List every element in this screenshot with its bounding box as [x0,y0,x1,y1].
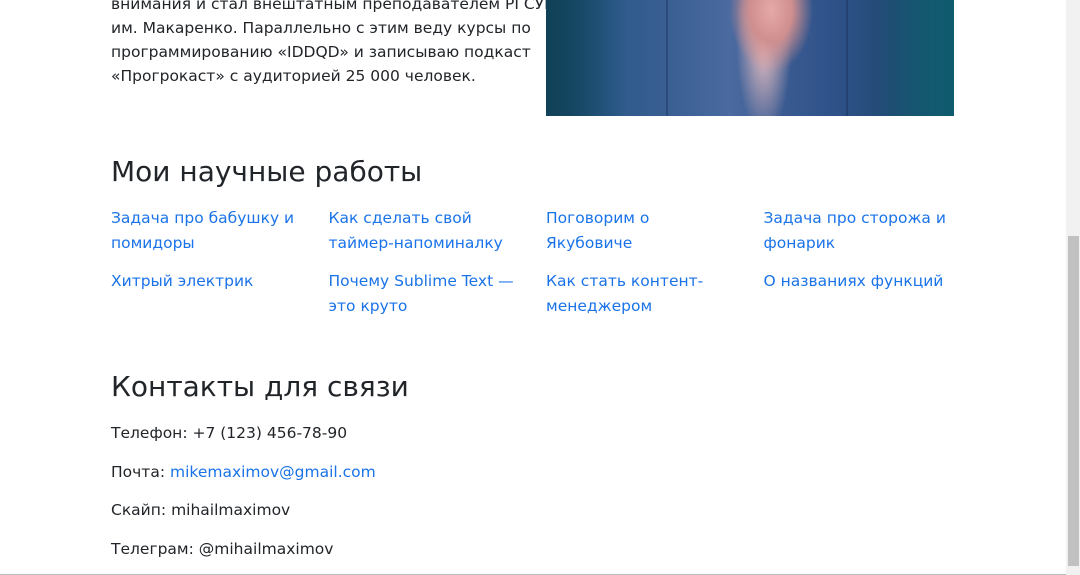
contacts-section-title: Контакты для связи [111,370,409,403]
photo-shading [874,0,954,116]
works-column: Поговорим о Якубовиче Как стать контент-… [546,206,764,332]
work-link[interactable]: Почему Sublime Text — это круто [329,269,519,318]
contact-label: Скайп: [111,501,167,520]
intro-paragraph: внимания и стал внештатным преподавателе… [111,0,558,88]
works-column: Как сделать свой таймер-напоминалку Поче… [329,206,547,332]
vertical-scrollbar[interactable] [1066,0,1080,575]
contact-phone: Телефон: +7 (123) 456-78-90 [111,421,376,445]
photo-shading [546,0,626,116]
work-link[interactable]: Поговорим о Якубовиче [546,206,736,255]
email-link[interactable]: mikemaximov@gmail.com [170,463,376,481]
skype-value: mihailmaximov [171,501,291,520]
contact-skype: Скайп: mihailmaximov [111,498,376,522]
work-link[interactable]: Как стать контент-менеджером [546,269,736,318]
work-link[interactable]: О названиях функций [764,269,954,294]
photo-detail [846,0,848,116]
works-list: Задача про бабушку и помидоры Хитрый эле… [111,206,981,332]
contact-label: Телеграм: [111,539,194,558]
contact-label: Почта: [111,462,166,481]
works-column: Задача про сторожа и фонарик О названиях… [764,206,982,332]
works-column: Задача про бабушку и помидоры Хитрый эле… [111,206,329,332]
intro-line: им. Макаренко. Параллельно с этим веду к… [111,19,531,37]
contact-label: Телефон: [111,424,188,442]
work-link[interactable]: Как сделать свой таймер-напоминалку [329,206,519,255]
photo-detail [666,0,668,116]
contact-email: Почта: mikemaximov@gmail.com [111,460,376,484]
works-section-title: Мои научные работы [111,155,423,188]
intro-line: внимания и стал внештатным преподавателе… [111,0,558,13]
intro-line: программированию «IDDQD» и записываю под… [111,43,531,61]
work-link[interactable]: Хитрый электрик [111,269,301,294]
scrollbar-thumb[interactable] [1068,236,1079,566]
work-link[interactable]: Задача про сторожа и фонарик [764,206,954,255]
contacts-list: Телефон: +7 (123) 456-78-90 Почта: mikem… [111,421,376,575]
profile-photo [546,0,954,116]
contact-telegram: Телеграм: @mihailmaximov [111,537,376,561]
page-viewport: внимания и стал внештатным преподавателе… [0,0,1080,575]
phone-value: +7 (123) 456-78-90 [192,424,348,442]
work-link[interactable]: Задача про бабушку и помидоры [111,206,301,255]
intro-line: «Прогрокаст» с аудиторией 25 000 человек… [111,67,476,85]
telegram-value: @mihailmaximov [198,539,334,558]
